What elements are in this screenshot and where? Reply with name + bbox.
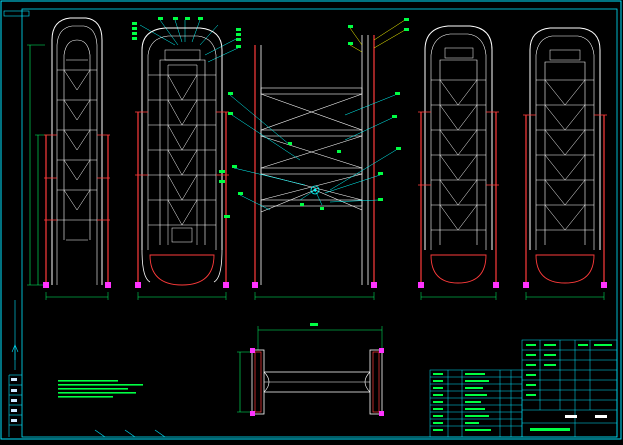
cad-drawing-viewport[interactable] xyxy=(0,0,623,441)
title-block-labels xyxy=(433,344,612,431)
technical-notes xyxy=(58,380,143,398)
view-side-elevation-bracing xyxy=(228,18,409,300)
view-side-elevation-narrow xyxy=(27,17,111,300)
title-block xyxy=(429,339,618,438)
drawing-frame-inner xyxy=(21,8,618,438)
bottom-margin-marks xyxy=(11,344,166,438)
view-rear-elevation xyxy=(418,25,499,300)
left-margin-labels xyxy=(11,378,17,422)
view-front-elevation xyxy=(132,17,241,300)
notes-lines xyxy=(58,380,143,398)
corner-tag xyxy=(3,10,30,17)
left-margin-strip xyxy=(8,300,22,437)
view-plan xyxy=(237,323,384,416)
cad-drawing-canvas xyxy=(0,0,622,440)
view-right-elevation xyxy=(523,27,607,300)
